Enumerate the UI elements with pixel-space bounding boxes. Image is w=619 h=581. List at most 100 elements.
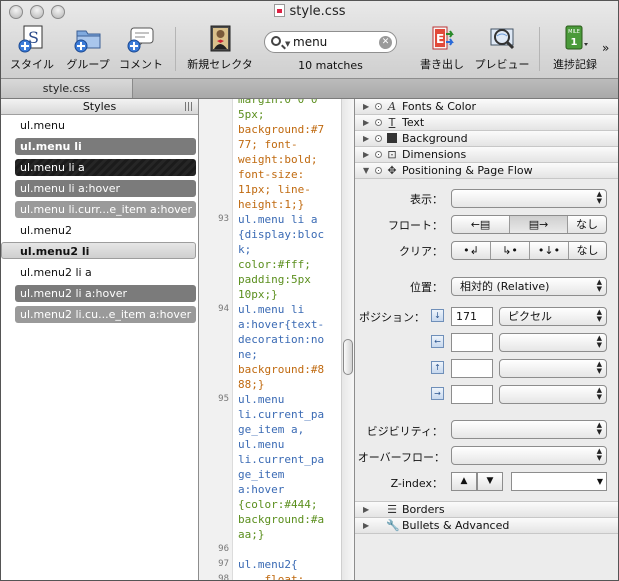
disclosure-down-icon[interactable]: ▼ [363, 163, 369, 179]
tab-bar: style.css [1, 79, 618, 99]
popup-arrows-icon: ▲ ▼ [596, 360, 602, 375]
code-line: ge_item [238, 468, 285, 481]
disclosure-right-icon[interactable]: ▶ [363, 131, 369, 147]
inspector-panel: ▶ A Fonts & Color ▶ T Text ▶ Background … [355, 99, 618, 580]
code-editor[interactable]: 93 94 95 96 97 98 margin:0 0 0 5px; back… [199, 99, 355, 580]
offset-bottom-field[interactable] [451, 359, 493, 378]
offset-top-icon[interactable]: ↓ [431, 309, 444, 322]
disclosure-right-icon[interactable]: ▶ [363, 147, 369, 163]
section-label: Background [402, 132, 468, 145]
section-text[interactable]: ▶ T Text [355, 115, 618, 131]
offset-bottom-unit-select[interactable]: ▲ ▼ [499, 359, 607, 378]
zindex-dropdown-icon[interactable]: ▼ [597, 473, 603, 490]
preview-button-label: プレビュー [474, 58, 530, 71]
clear-none-button[interactable]: なし [569, 242, 606, 259]
offset-left-field[interactable] [451, 333, 493, 352]
positioning-icon: ✥ [387, 164, 397, 177]
export-button-label: 書き出し [420, 58, 464, 71]
preview-icon [487, 25, 517, 53]
section-dimensions[interactable]: ▶ ⊡ Dimensions [355, 147, 618, 163]
section-borders[interactable]: ▶ ☰ Borders [355, 502, 618, 518]
offset-top-unit-select[interactable]: ピクセル ▲ ▼ [499, 307, 607, 326]
milestone-badge-top: MILE [568, 29, 580, 35]
search-matches-count: 10 matches [298, 59, 363, 72]
export-button[interactable]: E 書き出し [416, 25, 468, 72]
style-item[interactable]: ul.menu2 li a:hover [15, 285, 196, 302]
zindex-up-icon[interactable]: ▲ [451, 472, 477, 491]
disclosure-right-icon[interactable]: ▶ [363, 115, 369, 131]
clear-segmented-control[interactable]: •↲ ↳• •↓• なし [451, 241, 607, 260]
popup-arrows-icon: ▲ ▼ [596, 421, 602, 436]
display-select[interactable]: ▲ ▼ [451, 189, 607, 208]
clear-search-icon[interactable]: ✕ [379, 36, 392, 49]
search-input[interactable] [293, 34, 379, 50]
group-button-label: グループ [66, 58, 110, 71]
float-left-icon[interactable]: ←▤ [452, 216, 510, 233]
new-selector-icon [205, 25, 235, 53]
section-positioning[interactable]: ▼ ✥ Positioning & Page Flow [355, 163, 618, 179]
comment-button[interactable]: コメント [117, 25, 165, 72]
position-label: 位置： [410, 281, 443, 294]
milestone-button[interactable]: MILE 1 進捗記録 [548, 25, 602, 72]
clear-both-icon[interactable]: •↓• [530, 242, 569, 259]
popup-arrows-icon: ▲ ▼ [596, 447, 602, 462]
style-item[interactable]: ul.menu li [15, 138, 196, 155]
disclosure-right-icon[interactable]: ▶ [363, 502, 369, 518]
offset-right-icon[interactable]: → [431, 387, 444, 400]
scroll-thumb[interactable] [343, 339, 353, 375]
offset-left-unit-select[interactable]: ▲ ▼ [499, 333, 607, 352]
section-toggle-icon[interactable] [375, 103, 382, 110]
code-scrollbar[interactable] [341, 99, 354, 580]
popup-arrows-icon: ▲ ▼ [596, 190, 602, 205]
float-none-button[interactable]: なし [568, 216, 606, 233]
section-toggle-icon[interactable] [375, 151, 382, 158]
disclosure-right-icon[interactable]: ▶ [363, 518, 369, 534]
float-segmented-control[interactable]: ←▤ ▤→ なし [451, 215, 607, 234]
resize-grip-icon[interactable] [185, 102, 192, 111]
code-line: ne; [238, 348, 258, 361]
style-item[interactable]: ul.menu li.curr...e_item a:hover [15, 201, 196, 218]
disclosure-right-icon[interactable]: ▶ [363, 99, 369, 115]
position-select[interactable]: 相対的 (Relative) ▲ ▼ [451, 277, 607, 296]
offset-right-unit-select[interactable]: ▲ ▼ [499, 385, 607, 404]
clear-left-icon[interactable]: •↲ [452, 242, 491, 259]
section-toggle-icon[interactable] [375, 167, 382, 174]
offset-top-field[interactable]: 171 [451, 307, 493, 326]
new-selector-button[interactable]: 新規セレクタ [184, 25, 256, 72]
visibility-select[interactable]: ▲ ▼ [451, 420, 607, 439]
group-button[interactable]: グループ [63, 25, 113, 72]
search-field[interactable]: ▼ ✕ [264, 31, 397, 53]
style-button[interactable]: S スタイル [9, 25, 55, 72]
zindex-down-icon[interactable]: ▼ [477, 472, 503, 491]
section-toggle-icon[interactable] [375, 119, 382, 126]
code-line: 10px;} [238, 288, 278, 301]
style-item[interactable]: ul.menu li a:hover [15, 180, 196, 197]
tab-style-css[interactable]: style.css [1, 79, 133, 98]
popup-arrows-icon: ▲ ▼ [596, 308, 602, 323]
section-bullets-advanced[interactable]: ▶ 🔧 Bullets & Advanced [355, 518, 618, 534]
line-number: 94 [218, 304, 229, 314]
line-number: 95 [218, 394, 229, 404]
offset-right-field[interactable] [451, 385, 493, 404]
section-toggle-icon[interactable] [375, 135, 382, 142]
clear-right-icon[interactable]: ↳• [491, 242, 530, 259]
preview-button[interactable]: プレビュー [472, 25, 532, 72]
section-background[interactable]: ▶ Background [355, 131, 618, 147]
window-title-text: style.css [289, 4, 346, 19]
search-menu-chevron-icon[interactable]: ▼ [285, 40, 290, 48]
section-fonts-color[interactable]: ▶ A Fonts & Color [355, 99, 618, 115]
style-item[interactable]: ul.menu2 li.cu...e_item a:hover [15, 306, 196, 323]
style-item[interactable]: ul.menu2 li a [15, 264, 196, 281]
overflow-select[interactable]: ▲ ▼ [451, 446, 607, 465]
offset-left-icon[interactable]: ← [431, 335, 444, 348]
style-item[interactable]: ul.menu2 [15, 222, 196, 239]
style-icon: S [17, 25, 47, 53]
style-item[interactable]: ul.menu [15, 117, 196, 134]
offset-bottom-icon[interactable]: ↑ [431, 361, 444, 374]
zindex-field[interactable]: ▼ [511, 472, 607, 491]
style-item[interactable]: ul.menu li a [15, 159, 196, 176]
toolbar-overflow-chevron-icon[interactable]: » [602, 41, 609, 55]
float-right-icon[interactable]: ▤→ [510, 216, 568, 233]
style-item-selected[interactable]: ul.menu2 li [1, 242, 196, 259]
window-title: style.css [1, 4, 618, 19]
